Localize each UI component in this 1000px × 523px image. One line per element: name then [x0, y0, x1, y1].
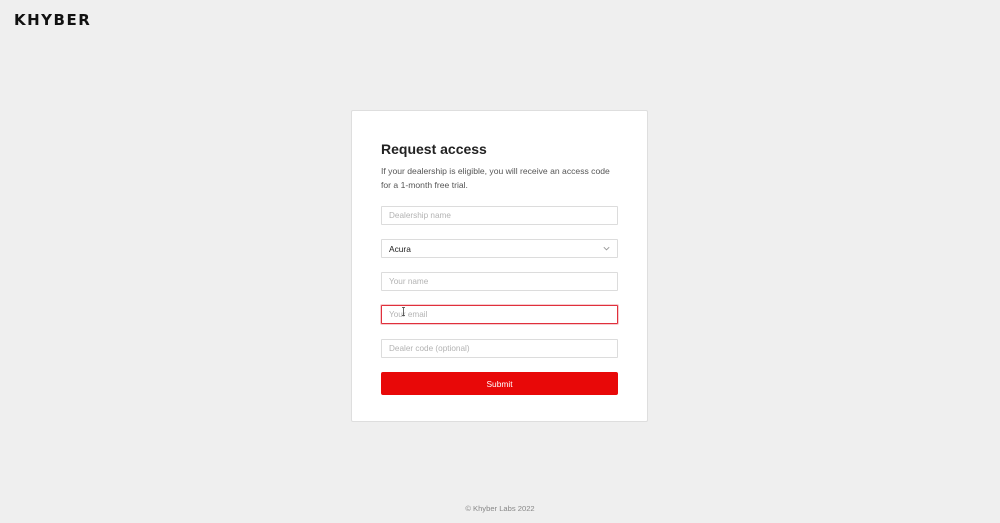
form-description: If your dealership is eligible, you will…: [381, 166, 610, 190]
dealership-name-input[interactable]: [381, 206, 618, 225]
your-email-input[interactable]: [381, 305, 618, 324]
submit-button[interactable]: Submit: [381, 372, 618, 395]
footer-copyright: © Khyber Labs 2022: [465, 504, 535, 513]
make-select[interactable]: Acura: [381, 239, 618, 258]
your-name-input[interactable]: [381, 272, 618, 291]
form-title: Request access: [381, 141, 487, 157]
text-cursor-icon: [402, 307, 405, 316]
khyber-logo[interactable]: KHYBER: [14, 11, 91, 29]
page: KHYBER Request access If your dealership…: [0, 0, 1000, 523]
make-select-value: Acura: [389, 244, 411, 254]
chevron-down-icon: [603, 246, 610, 251]
dealer-code-input[interactable]: [381, 339, 618, 358]
request-access-card: Request access If your dealership is eli…: [351, 110, 648, 422]
